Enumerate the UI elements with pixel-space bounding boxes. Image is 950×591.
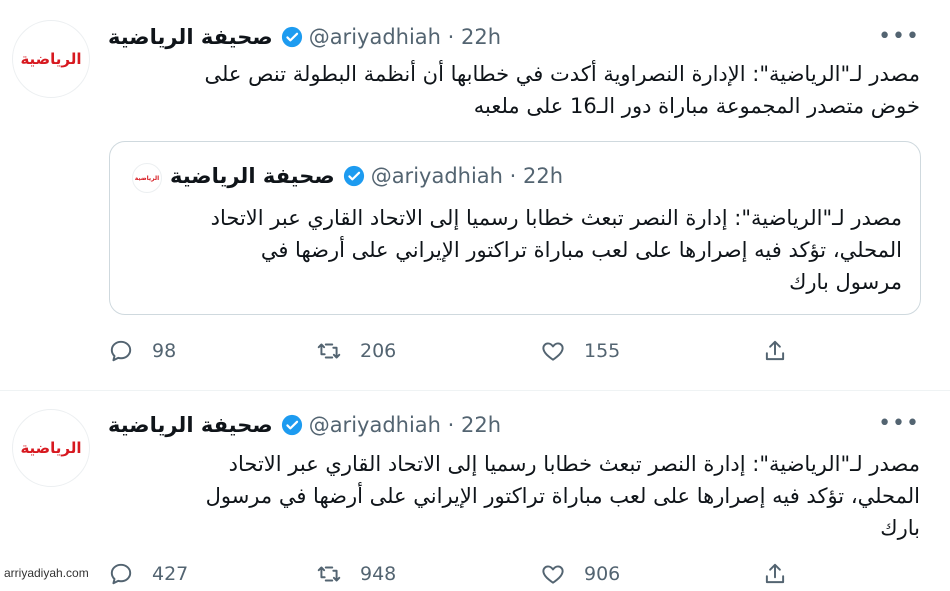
- quote-avatar: الرياضية: [132, 163, 162, 193]
- verified-badge-icon: [281, 26, 302, 48]
- avatar[interactable]: الرياضية: [12, 20, 90, 98]
- reply-count: 427: [152, 563, 189, 585]
- more-options-icon[interactable]: •••: [878, 411, 920, 436]
- retweet-count: 948: [360, 563, 397, 585]
- tweet-text-line: خوض متصدر المجموعة مباراة دور الـ16 على …: [473, 94, 920, 118]
- like-count: 155: [584, 340, 621, 362]
- tweet-actions: 427 948 906: [108, 561, 798, 591]
- like-icon: [542, 565, 564, 584]
- avatar-logo: الرياضية: [20, 50, 82, 68]
- watermark: arriyadiyah.com: [4, 566, 89, 580]
- reply-count: 98: [152, 340, 177, 362]
- tweet-header: صحيفة الرياضية @ariyadhiah · 22h: [108, 413, 501, 437]
- quote-header: صحيفة الرياضية @ariyadhiah · 22h: [170, 164, 563, 188]
- author-handle-time[interactable]: @ariyadhiah · 22h: [309, 25, 501, 49]
- tweet-text-line: المحلي، تؤكد فيه إصرارها على لعب مباراة …: [205, 484, 920, 508]
- author-name[interactable]: صحيفة الرياضية: [108, 413, 273, 437]
- tweet-text-line: مصدر لـ"الرياضية": إدارة النصر تبعث خطاب…: [228, 452, 920, 476]
- retweet-button[interactable]: 206: [316, 338, 396, 364]
- quote-author-handle-time: @ariyadhiah · 22h: [370, 164, 564, 188]
- like-button[interactable]: 906: [540, 561, 620, 587]
- share-icon: [765, 340, 785, 361]
- share-button[interactable]: [762, 338, 806, 364]
- author-name[interactable]: صحيفة الرياضية: [108, 25, 273, 49]
- reply-button[interactable]: 427: [108, 561, 188, 587]
- like-count: 906: [584, 563, 621, 585]
- tweet-header: صحيفة الرياضية @ariyadhiah · 22h: [108, 25, 501, 49]
- author-handle-time[interactable]: @ariyadhiah · 22h: [309, 413, 501, 437]
- avatar[interactable]: الرياضية: [12, 409, 90, 487]
- tweet-text: مصدر لـ"الرياضية": إدارة النصر تبعث خطاب…: [108, 448, 920, 544]
- like-button[interactable]: 155: [540, 338, 620, 364]
- like-icon: [542, 342, 564, 361]
- reply-button[interactable]: 98: [108, 338, 176, 364]
- quote-text-line: المحلي، تؤكد فيه إصرارها على لعب مباراة …: [260, 238, 902, 262]
- quote-text-line: مصدر لـ"الرياضية": إدارة النصر تبعث خطاب…: [210, 206, 902, 230]
- tweet-actions: 98 206 155: [108, 338, 798, 368]
- retweet-icon: [317, 343, 341, 359]
- tweet-text: مصدر لـ"الرياضية": الإدارة النصراوية أكد…: [108, 58, 920, 122]
- tweet-text-line: مصدر لـ"الرياضية": الإدارة النصراوية أكد…: [204, 62, 920, 86]
- share-icon: [765, 563, 785, 584]
- tweet-1[interactable]: الرياضية صحيفة الرياضية @ariyadhiah · 22…: [0, 0, 950, 390]
- retweet-count: 206: [360, 340, 397, 362]
- retweet-button[interactable]: 948: [316, 561, 396, 587]
- quote-text: مصدر لـ"الرياضية": إدارة النصر تبعث خطاب…: [130, 202, 902, 298]
- reply-icon: [110, 340, 132, 362]
- avatar-logo: الرياضية: [20, 439, 82, 457]
- verified-badge-icon: [343, 165, 364, 187]
- tweet-2[interactable]: الرياضية صحيفة الرياضية @ariyadhiah · 22…: [0, 391, 950, 585]
- more-options-icon[interactable]: •••: [878, 24, 920, 49]
- quoted-tweet[interactable]: الرياضية صحيفة الرياضية @ariyadhiah · 22…: [109, 141, 921, 315]
- tweet-text-line: بارك: [880, 516, 920, 540]
- verified-badge-icon: [281, 414, 302, 436]
- retweet-icon: [317, 566, 341, 582]
- share-button[interactable]: [762, 561, 806, 587]
- reply-icon: [110, 563, 132, 585]
- quote-text-line: مرسول بارك: [789, 270, 902, 294]
- quote-author-name: صحيفة الرياضية: [170, 164, 335, 188]
- quote-avatar-logo: الرياضية: [134, 174, 160, 182]
